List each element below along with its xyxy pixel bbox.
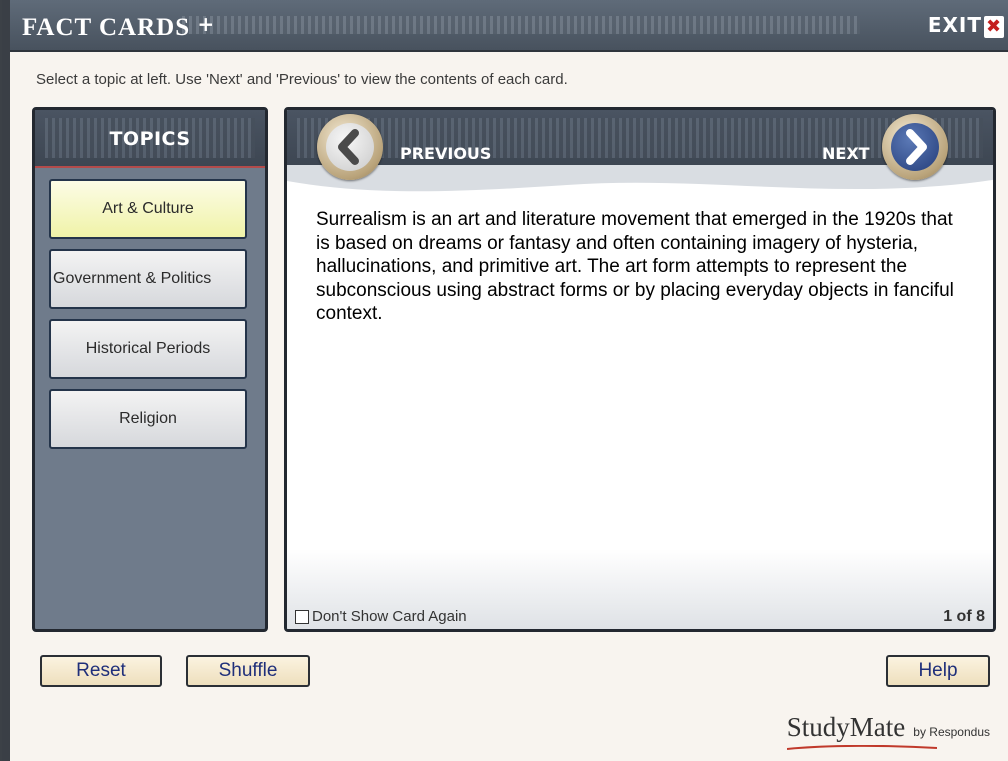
exit-label: EXIT [927,13,982,37]
card-text: Surrealism is an art and literature move… [316,209,954,324]
dont-show-checkbox[interactable]: Don't Show Card Again [295,608,467,625]
help-button[interactable]: Help [886,655,990,687]
checkbox-icon[interactable] [295,609,309,624]
topic-art-culture[interactable]: Art & Culture [49,179,247,239]
brand-swoosh [786,745,937,750]
logo-text: FACT CARDS [22,14,191,41]
reset-button[interactable]: Reset [40,655,162,687]
studymate-branding: StudyMate by Respondus [786,712,990,750]
brand-byline: by Respondus [913,725,990,739]
brand-name: StudyMate [786,712,906,742]
topics-title: TOPICS [109,128,191,150]
close-icon: ✖ [984,16,1004,38]
previous-button[interactable] [317,114,383,180]
previous-label[interactable]: PREVIOUS [400,144,491,163]
card-counter: 1 of 8 [943,608,985,625]
topic-religion[interactable]: Religion [49,389,247,449]
window-left-edge [2,0,10,761]
shuffle-button[interactable]: Shuffle [186,655,310,687]
instruction-text: Select a topic at left. Use 'Next' and '… [36,71,568,88]
logo-plus: + [197,12,216,36]
exit-button[interactable]: EXIT ✖ [928,13,1004,38]
next-label[interactable]: NEXT [822,144,870,163]
topics-panel: TOPICS Art & Culture Government & Politi… [32,107,268,632]
chevron-right-icon [906,129,927,165]
next-button[interactable] [882,114,948,180]
dont-show-label: Don't Show Card Again [312,608,467,625]
topics-header: TOPICS [35,110,265,168]
topic-government-politics[interactable]: Government & Politics [49,249,247,309]
title-bar: FACT CARDS + EXIT ✖ [2,0,1008,52]
chevron-left-icon [338,129,359,165]
title-bar-stripes [182,16,860,34]
fact-card: PREVIOUS NEXT Surrealism is an art and l… [284,107,996,632]
topic-historical-periods[interactable]: Historical Periods [49,319,247,379]
fact-cards-window: FACT CARDS + EXIT ✖ Select a topic at lef… [0,0,1008,761]
app-logo: FACT CARDS + [22,12,215,42]
